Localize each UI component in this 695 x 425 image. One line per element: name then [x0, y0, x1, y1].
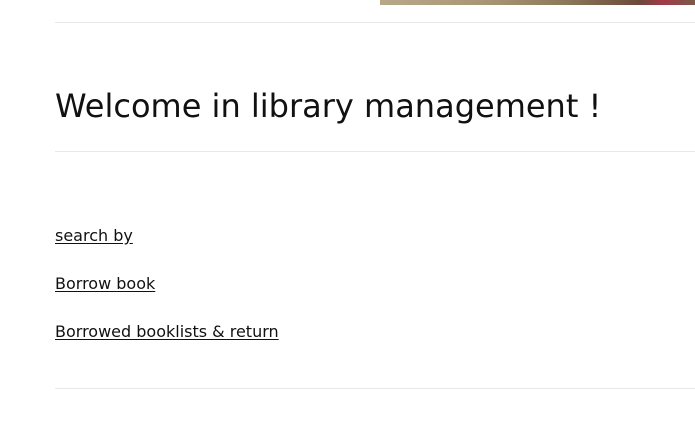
borrowed-booklists-return-link[interactable]: Borrowed booklists & return	[55, 322, 279, 342]
header-banner-image	[380, 0, 695, 5]
page: Welcome in library management ! search b…	[0, 0, 695, 425]
search-by-link[interactable]: search by	[55, 226, 133, 246]
page-title: Welcome in library management !	[55, 87, 602, 125]
borrow-book-link[interactable]: Borrow book	[55, 274, 155, 294]
divider-middle	[55, 151, 695, 152]
divider-top	[55, 22, 695, 23]
divider-bottom	[55, 388, 695, 389]
